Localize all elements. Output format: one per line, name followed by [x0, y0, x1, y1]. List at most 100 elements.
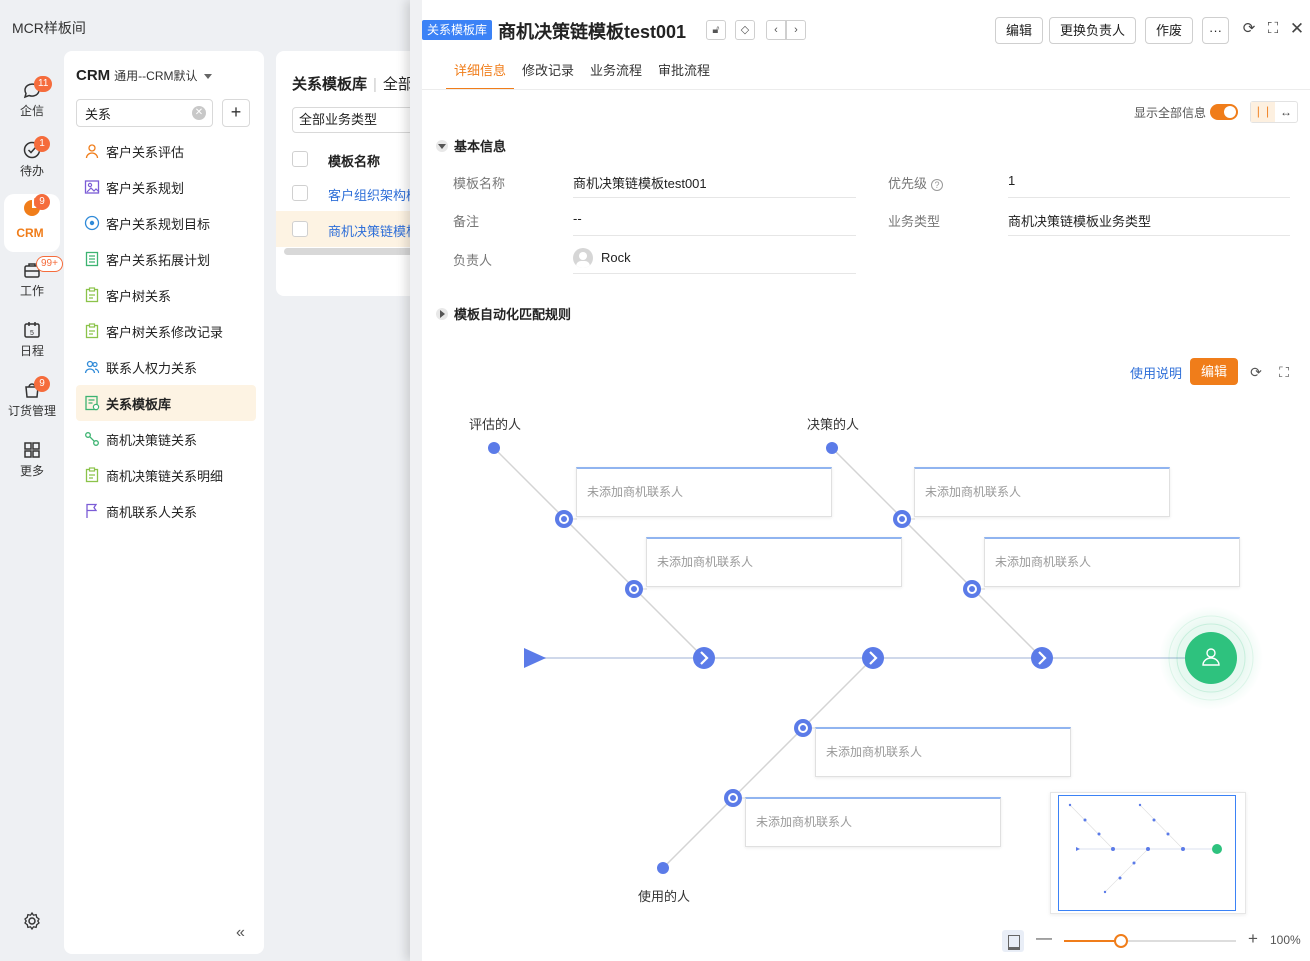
role-node-icon: [963, 580, 981, 598]
diagram-minimap[interactable]: [1050, 792, 1246, 914]
list-title: 关系模板库 | 全部: [292, 73, 413, 94]
row-name-link[interactable]: 商机决策链模板: [328, 221, 419, 240]
collapse-sidebar-icon[interactable]: «: [236, 924, 245, 942]
contact-slot-box[interactable]: 未添加商机联系人: [914, 467, 1170, 517]
table-row[interactable]: 客户组织架构模板: [276, 175, 426, 211]
fit-to-screen-icon[interactable]: [1002, 930, 1024, 952]
previous-record-button[interactable]: ‹: [766, 20, 786, 40]
menu-title[interactable]: CRM 通用--CRM默认: [76, 67, 212, 84]
menu-item[interactable]: 客户关系评估: [76, 133, 256, 169]
void-button[interactable]: 作废: [1145, 17, 1194, 44]
rail-item-calendar[interactable]: 5 日程: [0, 316, 64, 372]
menu-item[interactable]: 联系人权力关系: [76, 349, 256, 385]
lock-icon[interactable]: 🔓︎: [706, 20, 726, 40]
branch-start-dot: [826, 442, 838, 454]
more-actions-button[interactable]: ···: [1202, 17, 1229, 44]
tag-icon[interactable]: ◇: [735, 20, 755, 40]
contact-slot-box[interactable]: 未添加商机联系人: [984, 537, 1240, 587]
section-matching-rules[interactable]: 模板自动化匹配规则: [436, 304, 571, 323]
users-label: 使用的人: [638, 889, 691, 904]
contact-slot-box[interactable]: 未添加商机联系人: [646, 537, 902, 587]
tab-details[interactable]: 详细信息: [445, 60, 515, 90]
svg-text:5: 5: [30, 330, 34, 337]
menu-item[interactable]: 商机联系人关系: [76, 493, 256, 529]
expand-width-icon[interactable]: ↔: [1275, 102, 1297, 122]
contact-slot-box[interactable]: 未添加商机联系人: [576, 467, 832, 517]
menu-item[interactable]: 客户关系拓展计划: [76, 241, 256, 277]
contact-slot-box[interactable]: 未添加商机联系人: [745, 797, 1001, 847]
tabs-divider: [422, 89, 1310, 90]
evaluators-label: 评估的人: [469, 417, 522, 432]
tab-business-flow[interactable]: 业务流程: [590, 60, 642, 90]
branch-start-dot: [488, 442, 500, 454]
add-menu-button[interactable]: +: [222, 99, 250, 127]
rail-item-label: 订货管理: [7, 404, 56, 418]
show-all-toggle[interactable]: [1210, 104, 1238, 120]
row-checkbox[interactable]: [292, 221, 308, 237]
edit-diagram-button[interactable]: 编辑: [1190, 358, 1238, 385]
menu-item[interactable]: 商机决策链关系: [76, 421, 256, 457]
clipboard-icon: [84, 467, 100, 483]
drawer-header: 关系模板库 商机决策链模板test001 🔓︎ ◇ ‹ › 编辑 更换负责人 作…: [422, 0, 1310, 56]
layout-switch[interactable]: ❘❘ ↔: [1250, 101, 1298, 123]
rail-item-label: 待办: [19, 164, 44, 178]
tab-approval-flow[interactable]: 审批流程: [658, 60, 710, 90]
menu-item[interactable]: 客户树关系: [76, 277, 256, 313]
menu-item[interactable]: 商机决策链关系明细: [76, 457, 256, 493]
select-all-checkbox[interactable]: [292, 151, 308, 167]
next-record-button[interactable]: ›: [786, 20, 806, 40]
usage-help-link[interactable]: 使用说明: [1130, 363, 1182, 382]
rail-item-todo[interactable]: 1 待办: [0, 136, 64, 192]
contact-slot-box[interactable]: 未添加商机联系人: [815, 727, 1071, 777]
role-node-icon: [555, 510, 573, 528]
minimap-viewport[interactable]: [1058, 795, 1236, 911]
zoom-out-button[interactable]: —: [1036, 930, 1052, 948]
column-header-name: 模板名称: [328, 154, 381, 169]
list-header: 模板名称: [276, 143, 426, 173]
field-underline: [573, 235, 856, 236]
row-checkbox[interactable]: [292, 185, 308, 201]
business-type-filter[interactable]: 全部业务类型: [292, 107, 422, 133]
menu-item[interactable]: 客户关系规划目标: [76, 205, 256, 241]
two-column-layout-icon[interactable]: ❘❘: [1251, 102, 1275, 122]
rail-item-work[interactable]: 99+ 工作: [0, 256, 64, 312]
tab-change-log[interactable]: 修改记录: [522, 60, 574, 90]
zoom-slider[interactable]: [1064, 934, 1236, 948]
menu-item-label: 客户关系规划目标: [106, 216, 211, 232]
horizontal-scrollbar[interactable]: [284, 248, 426, 255]
clear-icon[interactable]: ✕: [192, 106, 206, 120]
list-scope-selector[interactable]: 全部: [383, 76, 413, 93]
refresh-icon[interactable]: ⟳: [1248, 364, 1264, 380]
field-underline: [573, 273, 856, 274]
menu-item[interactable]: 客户树关系修改记录: [76, 313, 256, 349]
menu-item[interactable]: 客户关系规划: [76, 169, 256, 205]
menu-app-name: CRM: [76, 67, 111, 84]
rail-item-messages[interactable]: 11 企信: [0, 76, 64, 132]
fullscreen-icon[interactable]: ⛶: [1276, 364, 1292, 380]
menu-item[interactable]: 关系模板库: [76, 385, 256, 421]
close-icon[interactable]: ✕: [1288, 20, 1306, 38]
show-all-label: 显示全部信息: [1134, 106, 1207, 120]
clipboard-icon: [84, 287, 100, 303]
zoom-in-button[interactable]: +: [1248, 929, 1258, 949]
help-icon[interactable]: ?: [931, 179, 944, 191]
section-basic-info[interactable]: 基本信息: [436, 136, 506, 155]
change-owner-button[interactable]: 更换负责人: [1049, 17, 1137, 44]
rail-item-more[interactable]: 更多: [0, 436, 64, 492]
zoom-level: 100%: [1270, 933, 1301, 947]
rail-badge: 9: [34, 376, 50, 392]
list-icon: [84, 251, 100, 267]
fullscreen-icon[interactable]: ⛶: [1264, 20, 1282, 38]
rail-item-crm[interactable]: 9 CRM: [4, 194, 60, 252]
table-row-selected[interactable]: 商机决策链模板: [276, 211, 426, 247]
spine-step-icon: [862, 647, 884, 669]
menu-item-label: 关系模板库: [106, 396, 172, 412]
zoom-slider-handle[interactable]: [1113, 934, 1128, 948]
field-label-note: 备注: [453, 214, 480, 229]
field-value-owner[interactable]: Rock: [601, 250, 631, 265]
refresh-icon[interactable]: ⟳: [1240, 20, 1258, 38]
edit-button[interactable]: 编辑: [995, 17, 1044, 44]
settings-gear-icon[interactable]: [22, 911, 42, 931]
rail-item-orders[interactable]: 9 订货管理: [0, 376, 64, 432]
spine-step-icon: [1031, 647, 1053, 669]
